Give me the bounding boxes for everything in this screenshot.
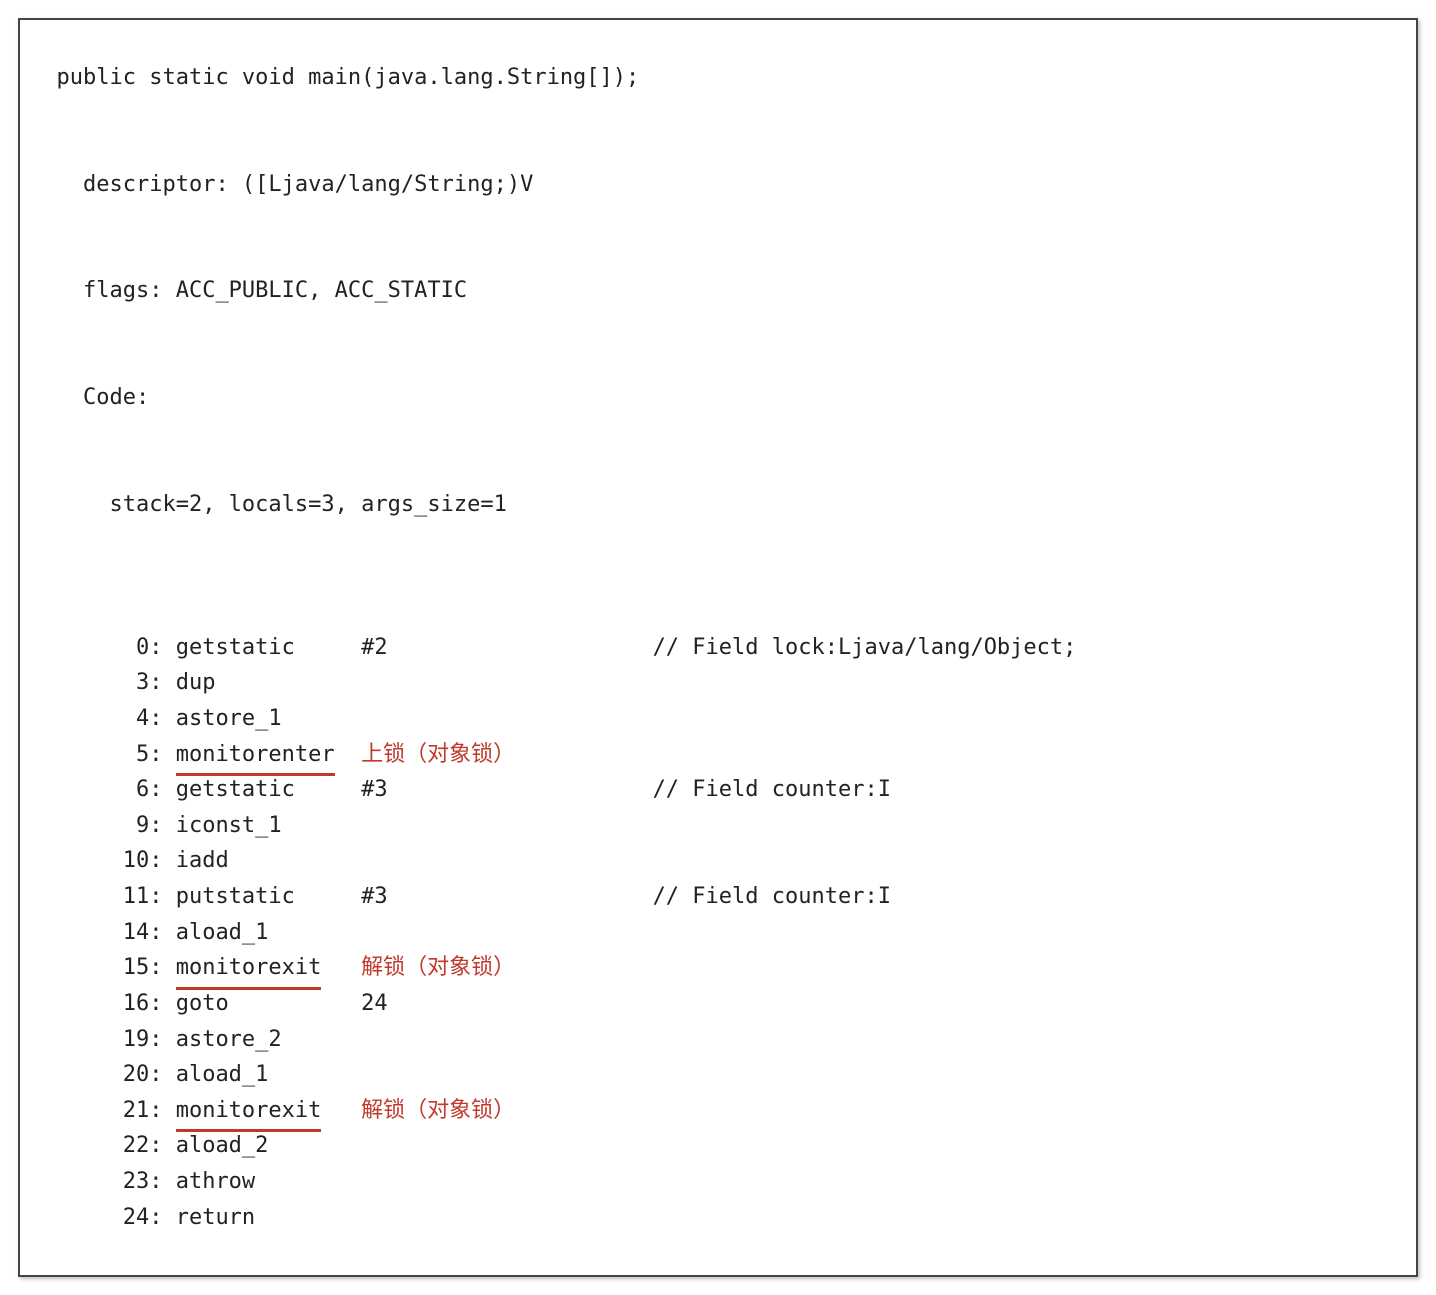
bytecode-row: 24: return <box>30 1200 1406 1236</box>
bytecode-opcode: iadd <box>176 843 361 879</box>
bytecode-arg <box>361 1164 652 1200</box>
bytecode-arg <box>361 1057 652 1093</box>
bytecode-opcode: putstatic <box>176 879 361 915</box>
bytecode-row: 15: monitorexit 解锁（对象锁） <box>30 950 1406 986</box>
bytecode-opcode: getstatic <box>176 772 361 808</box>
bytecode-opcode: goto <box>176 986 361 1022</box>
bytecode-opcode: aload_1 <box>176 915 361 951</box>
bytecode-row: 10: iadd <box>30 843 1406 879</box>
bytecode-offset: 23: <box>30 1164 176 1200</box>
bytecode-offset: 16: <box>30 986 176 1022</box>
bytecode-offset: 21: <box>30 1093 176 1129</box>
bytecode-arg: #3 <box>361 772 652 808</box>
bytecode-arg <box>361 701 652 737</box>
bytecode-row: 5: monitorenter 上锁（对象锁） <box>30 737 1406 773</box>
bytecode-annotation: 解锁（对象锁） <box>361 950 515 986</box>
bytecode-row: 19: astore_2 <box>30 1022 1406 1058</box>
bytecode-opcode: athrow <box>176 1164 361 1200</box>
bytecode-opcode: return <box>176 1200 361 1236</box>
bytecode-arg <box>361 665 652 701</box>
bytecode-arg <box>361 1200 652 1236</box>
bytecode-listing: public static void main(java.lang.String… <box>18 18 1418 1277</box>
bytecode-row: 23: athrow <box>30 1164 1406 1200</box>
bytecode-offset: 22: <box>30 1128 176 1164</box>
bytecode-opcode: astore_1 <box>176 701 361 737</box>
bytecode-opcode: iconst_1 <box>176 808 361 844</box>
bytecode-row: 20: aload_1 <box>30 1057 1406 1093</box>
bytecode-offset: 0: <box>30 630 176 666</box>
flags-line: flags: ACC_PUBLIC, ACC_STATIC <box>57 278 468 303</box>
bytecode-offset: 15: <box>30 950 176 986</box>
bytecode-offset: 11: <box>30 879 176 915</box>
bytecode-offset: 24: <box>30 1200 176 1236</box>
bytecode-row: 16: goto 24 <box>30 986 1406 1022</box>
bytecode-row: 22: aload_2 <box>30 1128 1406 1164</box>
bytecode-opcode: monitorexit <box>176 950 361 986</box>
bytecode-offset: 5: <box>30 737 176 773</box>
bytecode-arg <box>361 808 652 844</box>
bytecode-offset: 10: <box>30 843 176 879</box>
bytecode-comment: // Field counter:I <box>653 879 891 915</box>
bytecode-row: 11: putstatic #3 // Field counter:I <box>30 879 1406 915</box>
bytecode-offset: 6: <box>30 772 176 808</box>
bytecode-comment: // Field counter:I <box>653 772 891 808</box>
bytecode-offset: 20: <box>30 1057 176 1093</box>
bytecode-annotation: 解锁（对象锁） <box>361 1093 515 1129</box>
bytecode-opcode: astore_2 <box>176 1022 361 1058</box>
bytecode-arg <box>361 1022 652 1058</box>
bytecode-row: 4: astore_1 <box>30 701 1406 737</box>
bytecode-opcode: aload_2 <box>176 1128 361 1164</box>
bytecode-arg: #3 <box>361 879 652 915</box>
bytecode-row: 9: iconst_1 <box>30 808 1406 844</box>
bytecode-rows: 0: getstatic #2 // Field lock:Ljava/lang… <box>30 630 1406 1236</box>
bytecode-row: 14: aload_1 <box>30 915 1406 951</box>
bytecode-offset: 9: <box>30 808 176 844</box>
bytecode-opcode: aload_1 <box>176 1057 361 1093</box>
bytecode-opcode: monitorexit <box>176 1093 361 1129</box>
bytecode-opcode: monitorenter <box>176 737 361 773</box>
bytecode-row: 0: getstatic #2 // Field lock:Ljava/lang… <box>30 630 1406 666</box>
bytecode-offset: 4: <box>30 701 176 737</box>
bytecode-opcode: dup <box>176 665 361 701</box>
bytecode-row: 6: getstatic #3 // Field counter:I <box>30 772 1406 808</box>
bytecode-offset: 14: <box>30 915 176 951</box>
bytecode-row: 21: monitorexit 解锁（对象锁） <box>30 1093 1406 1129</box>
code-label: Code: <box>57 385 150 410</box>
bytecode-arg: 24 <box>361 986 652 1022</box>
method-signature: public static void main(java.lang.String… <box>57 65 640 90</box>
bytecode-arg: #2 <box>361 630 652 666</box>
bytecode-arg <box>361 843 652 879</box>
bytecode-arg <box>361 915 652 951</box>
code-meta: stack=2, locals=3, args_size=1 <box>57 492 507 517</box>
bytecode-comment: // Field lock:Ljava/lang/Object; <box>653 630 1077 666</box>
descriptor-line: descriptor: ([Ljava/lang/String;)V <box>57 172 534 197</box>
bytecode-offset: 3: <box>30 665 176 701</box>
bytecode-opcode: getstatic <box>176 630 361 666</box>
bytecode-annotation: 上锁（对象锁） <box>361 737 515 773</box>
bytecode-row: 3: dup <box>30 665 1406 701</box>
bytecode-offset: 19: <box>30 1022 176 1058</box>
bytecode-arg <box>361 1128 652 1164</box>
